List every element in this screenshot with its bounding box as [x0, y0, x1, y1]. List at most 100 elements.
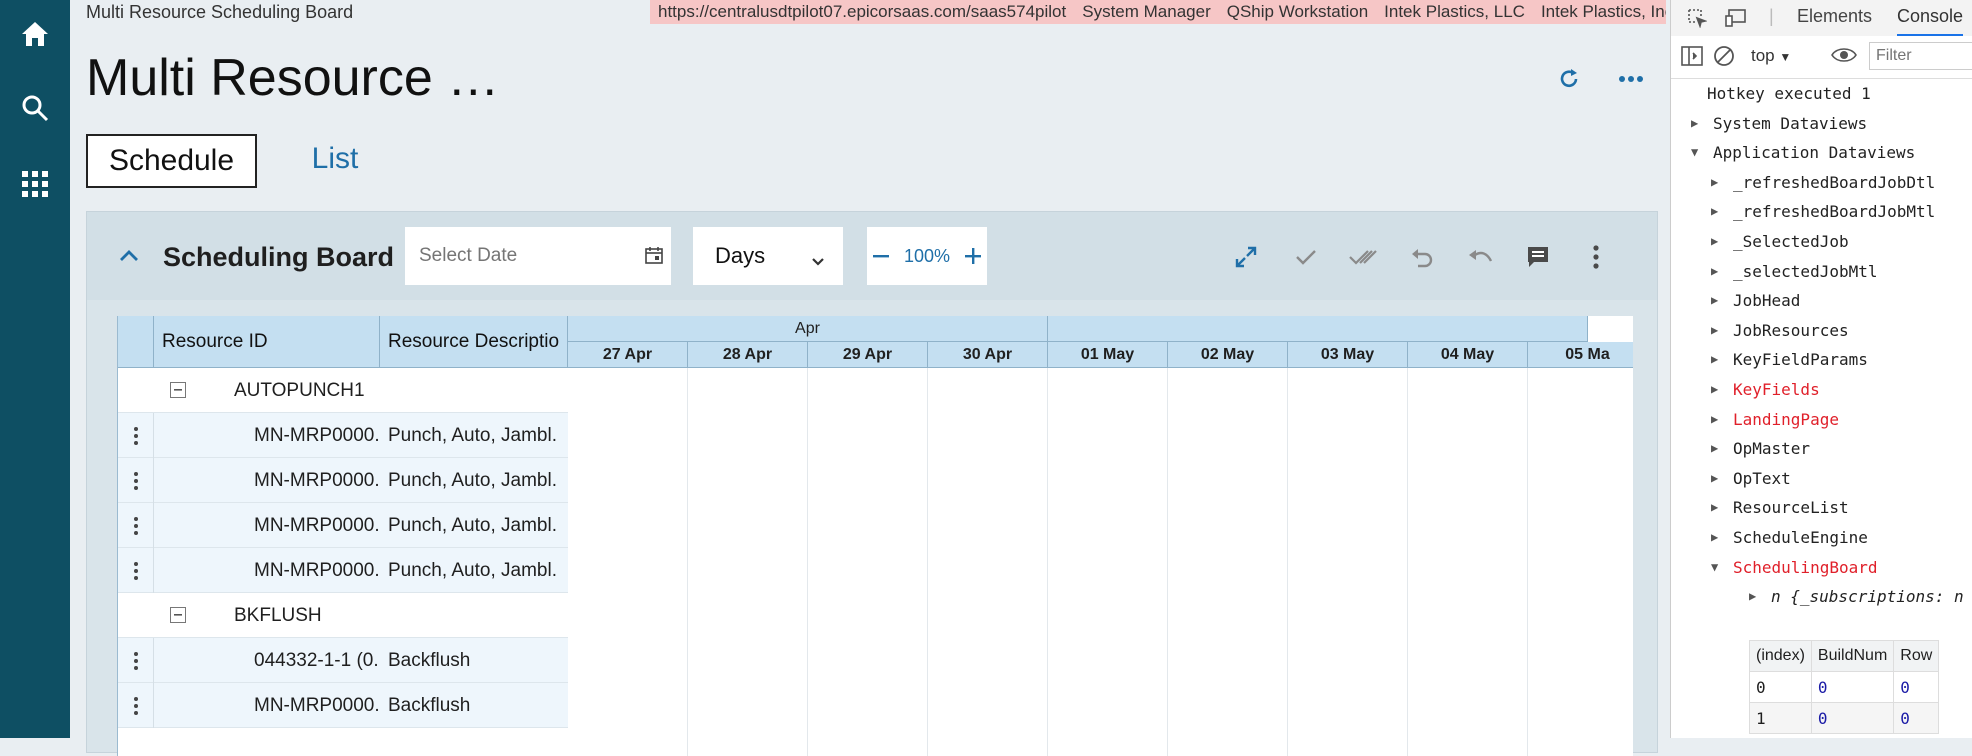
collapsed-triangle-icon[interactable]: ▶ — [1711, 264, 1718, 278]
expanded-triangle-icon[interactable]: ▼ — [1691, 145, 1698, 159]
resource-id-cell: 044332-1-1 (0. — [254, 649, 378, 671]
console-line[interactable]: ▼ SchedulingBoard — [1671, 554, 1972, 583]
resource-id-cell: MN-MRP0000. — [254, 424, 378, 446]
console-table: (index) BuildNum Row 000 100 — [1749, 640, 1940, 734]
day-header: 04 May — [1408, 342, 1528, 368]
caret-down-icon: ▼ — [1779, 50, 1792, 64]
collapsed-triangle-icon[interactable]: ▶ — [1711, 441, 1718, 455]
collapsed-triangle-icon[interactable]: ▶ — [1711, 234, 1718, 248]
view-select[interactable]: Days — [693, 227, 843, 285]
collapsed-triangle-icon[interactable]: ▶ — [1711, 471, 1718, 485]
tab-schedule[interactable]: Schedule — [86, 134, 257, 188]
console-line[interactable]: ▶ KeyFields — [1671, 376, 1972, 405]
clear-console-icon[interactable] — [1713, 45, 1735, 71]
console-line[interactable]: ▶ LandingPage — [1671, 406, 1972, 435]
console-line[interactable]: ▶ _SelectedJob — [1671, 228, 1972, 257]
table-row[interactable]: MN-MRP0000. Punch, Auto, Jambl. — [118, 548, 568, 593]
collapsed-triangle-icon[interactable]: ▶ — [1711, 500, 1718, 514]
console-line[interactable]: ▶ n {_subscriptions: n — [1671, 583, 1972, 612]
chevron-up-icon[interactable] — [115, 242, 143, 270]
panel-header: Scheduling Board Days 100% — [87, 212, 1657, 300]
console-line[interactable]: ▶ KeyFieldParams — [1671, 346, 1972, 375]
zoom-out-button[interactable] — [867, 227, 895, 285]
row-menu-icon[interactable] — [128, 425, 144, 447]
day-header: 30 Apr — [928, 342, 1048, 368]
home-icon[interactable] — [15, 14, 55, 54]
expand-icon[interactable] — [1231, 242, 1261, 272]
apps-grid-icon[interactable] — [15, 164, 55, 204]
collapsed-triangle-icon[interactable]: ▶ — [1711, 530, 1718, 544]
cell-divider — [153, 413, 154, 458]
inspect-element-icon[interactable] — [1687, 8, 1708, 32]
collapsed-triangle-icon[interactable]: ▶ — [1711, 204, 1718, 218]
tab-elements[interactable]: Elements — [1797, 6, 1872, 27]
row-menu-icon[interactable] — [128, 560, 144, 582]
table-row[interactable]: 044332-1-1 (0. Backflush — [118, 638, 568, 683]
console-line[interactable]: ▶ JobResources — [1671, 317, 1972, 346]
row-menu-icon[interactable] — [128, 470, 144, 492]
calendar-icon[interactable] — [645, 246, 667, 268]
collapse-group-icon[interactable] — [170, 382, 186, 398]
date-input[interactable] — [405, 227, 671, 285]
tab-list[interactable]: List — [280, 134, 390, 184]
table-cell: 0 — [1810, 702, 1895, 734]
grid-line — [1527, 368, 1528, 756]
console-line[interactable]: ▶ ResourceList — [1671, 494, 1972, 523]
console-filter-input[interactable] — [1869, 42, 1972, 70]
console-line[interactable]: ▼ Application Dataviews — [1671, 139, 1972, 168]
console-line[interactable]: ▶ _selectedJobMtl — [1671, 258, 1972, 287]
zoom-in-button[interactable] — [959, 227, 987, 285]
comment-icon[interactable] — [1523, 242, 1553, 272]
collapse-group-icon[interactable] — [170, 607, 186, 623]
console-line-text: Hotkey executed 1 — [1707, 84, 1871, 103]
console-line[interactable]: ▶ OpMaster — [1671, 435, 1972, 464]
collapsed-triangle-icon[interactable]: ▶ — [1711, 382, 1718, 396]
zoom-level: 100% — [903, 245, 951, 266]
row-menu-icon[interactable] — [128, 515, 144, 537]
refresh-icon[interactable] — [1554, 64, 1584, 94]
console-line-text: n {_subscriptions: n — [1771, 587, 1964, 607]
expanded-triangle-icon[interactable]: ▼ — [1711, 560, 1718, 574]
check-icon[interactable] — [1291, 242, 1321, 272]
collapsed-triangle-icon[interactable]: ▶ — [1691, 116, 1698, 130]
context-select[interactable]: top ▼ — [1751, 46, 1791, 66]
undo-icon[interactable] — [1407, 242, 1437, 272]
col-resource-id[interactable]: Resource ID — [154, 316, 380, 368]
collapsed-triangle-icon[interactable]: ▶ — [1711, 323, 1718, 337]
resource-description-cell: Backflush — [388, 649, 471, 671]
app-breadcrumb: Multi Resource Scheduling Board — [86, 2, 354, 22]
console-line[interactable]: ▶ OpText — [1671, 465, 1972, 494]
table-row[interactable]: MN-MRP0000. Punch, Auto, Jambl. — [118, 503, 568, 548]
collapsed-triangle-icon[interactable]: ▶ — [1711, 175, 1718, 189]
device-toggle-icon[interactable] — [1725, 8, 1747, 32]
collapsed-triangle-icon[interactable]: ▶ — [1711, 412, 1718, 426]
collapsed-triangle-icon[interactable]: ▶ — [1749, 589, 1756, 603]
table-row[interactable]: MN-MRP0000. Punch, Auto, Jambl. — [118, 413, 568, 458]
table-header: (index) — [1749, 640, 1812, 672]
undo-all-icon[interactable] — [1465, 242, 1495, 272]
row-menu-icon[interactable] — [128, 650, 144, 672]
check-all-icon[interactable] — [1349, 242, 1379, 272]
grid-line — [1287, 368, 1288, 756]
group-row[interactable]: BKFLUSH — [118, 593, 568, 638]
group-row[interactable]: AUTOPUNCH1 — [118, 368, 568, 413]
row-menu-icon[interactable] — [128, 695, 144, 717]
collapsed-triangle-icon[interactable]: ▶ — [1711, 352, 1718, 366]
resource-id-cell: MN-MRP0000. — [254, 559, 378, 581]
table-row[interactable]: MN-MRP0000. Punch, Auto, Jambl. — [118, 458, 568, 503]
tab-console[interactable]: Console — [1897, 6, 1964, 36]
sidebar-toggle-icon[interactable] — [1681, 46, 1703, 70]
more-horizontal-icon[interactable] — [1616, 64, 1646, 94]
col-resource-description[interactable]: Resource Descriptio — [380, 316, 568, 368]
console-line[interactable]: ▶ _refreshedBoardJobMtl — [1671, 198, 1972, 227]
more-vertical-icon[interactable] — [1581, 242, 1611, 272]
collapsed-triangle-icon[interactable]: ▶ — [1711, 293, 1718, 307]
cell-divider — [153, 683, 154, 728]
console-line[interactable]: ▶ ScheduleEngine — [1671, 524, 1972, 553]
console-line[interactable]: ▶ System Dataviews — [1671, 110, 1972, 139]
console-line[interactable]: ▶ JobHead — [1671, 287, 1972, 316]
console-line[interactable]: ▶ _refreshedBoardJobDtl — [1671, 169, 1972, 198]
table-row[interactable]: MN-MRP0000. Backflush — [118, 683, 568, 728]
eye-icon[interactable] — [1831, 46, 1857, 68]
search-icon[interactable] — [15, 88, 55, 128]
